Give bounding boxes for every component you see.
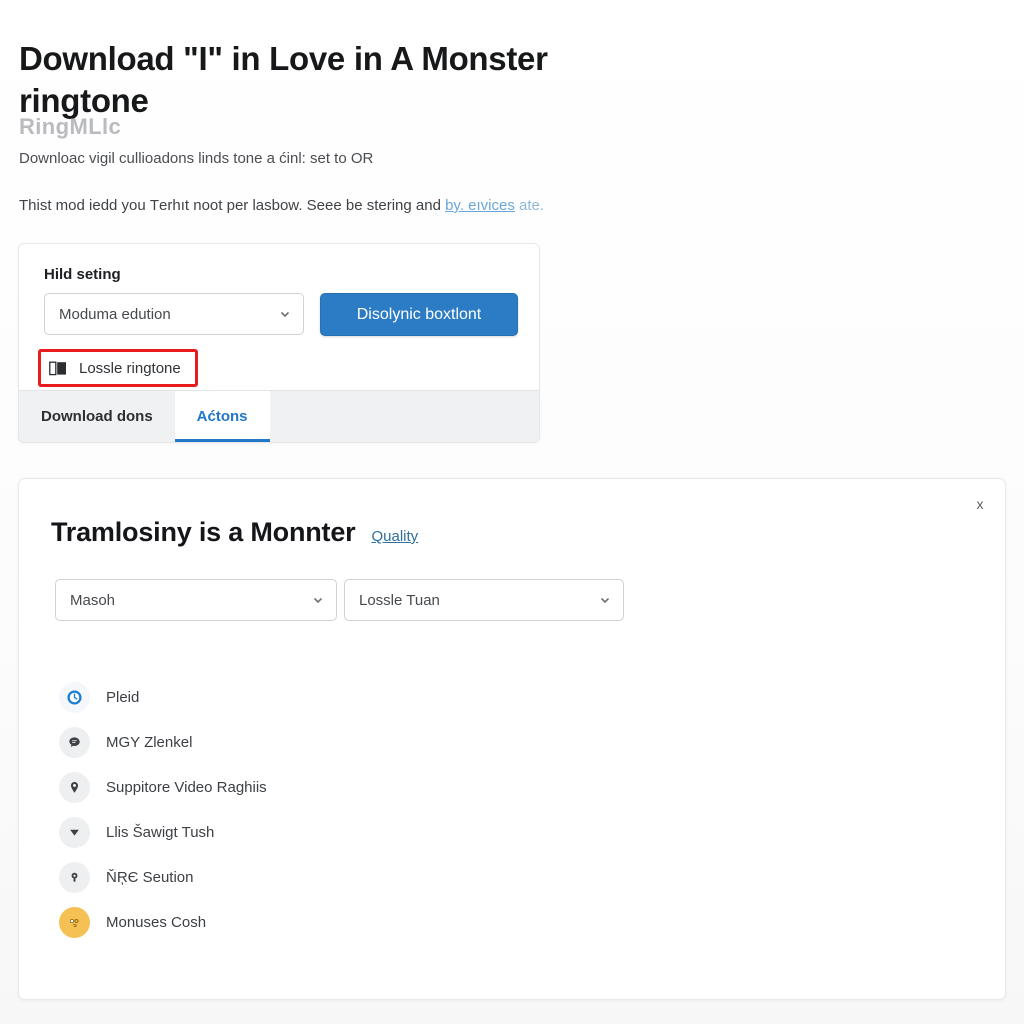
tab-actons[interactable]: Aćtons (174, 391, 270, 442)
close-icon-label: x (976, 496, 984, 512)
tab-bar: Download dons Aćtons (19, 390, 539, 442)
list-item[interactable]: Llis Šawigt Tush (59, 810, 579, 855)
face-icon (59, 907, 90, 938)
tab-download-dons[interactable]: Download dons (19, 391, 175, 442)
feature-list: Pleid MGY Zlenkel Suppitore Video Raghii… (59, 675, 579, 945)
quality-mode-select[interactable]: Moduma edution (44, 293, 304, 335)
chevron-down-icon (279, 308, 291, 320)
page-title: Download "I" in Love in A Monster ringto… (19, 40, 548, 120)
list-item-label: Llis Šawigt Tush (106, 824, 215, 841)
settings-card: Hild seting Moduma edution Disolynic box… (18, 243, 540, 443)
quality-mode-select-value: Moduma edution (59, 305, 171, 323)
list-item-label: Pleid (106, 689, 140, 706)
list-item-label: Suppitore Video Raghiis (106, 779, 267, 796)
tune-select-value: Lossle Tuan (359, 591, 440, 609)
tune-select[interactable]: Lossle Tuan (344, 579, 624, 621)
quality-link[interactable]: Quality (371, 528, 418, 545)
description-pre-text: Thist mod iedd you Тerhıt noot per lasbo… (19, 197, 446, 214)
lossless-ringtone-chip-label: Lossle ringtone (79, 359, 181, 377)
details-card-header: Tramlosiny is a Monnter Quality (51, 517, 418, 548)
download-primary-button[interactable]: Disolynic boxtlont (320, 293, 518, 336)
settings-field-label: Hild seting (44, 266, 121, 283)
chevron-down-icon (599, 594, 611, 606)
highlight-outline: Lossle ringtone (38, 349, 198, 387)
location-pin-icon (59, 772, 90, 803)
page-root: Download "I" in Love in A Monster ringto… (0, 0, 1024, 1024)
list-item[interactable]: Monuseѕ Cosh (59, 900, 579, 945)
details-card-title: Tramlosiny is a Monnter (51, 517, 356, 547)
format-select[interactable]: Masoh (55, 579, 337, 621)
list-item[interactable]: ŇŖЄ Seution (59, 855, 579, 900)
description-post-text: ate. (514, 197, 545, 214)
list-item-label: Monuseѕ Cosh (106, 914, 207, 931)
list-item[interactable]: Suppitore Video Raghiis (59, 765, 579, 810)
brand-wordmark: RingMLlc (19, 114, 122, 139)
chat-icon (59, 727, 90, 758)
list-item[interactable]: Pleid (59, 675, 579, 720)
tab-actons-label: Aćtons (196, 408, 248, 425)
chevron-down-icon (59, 817, 90, 848)
list-item-label: MGY Zlenkel (106, 734, 193, 751)
format-select-value: Masoh (70, 591, 116, 609)
download-primary-button-label: Disolynic boxtlont (356, 305, 482, 323)
close-icon[interactable]: x (971, 495, 989, 513)
page-description: Thist mod iedd you Тerhıt noot per lasbo… (19, 195, 719, 217)
lossless-ringtone-chip[interactable]: Lossle ringtone (43, 354, 193, 382)
tab-download-dons-label: Download dons (41, 408, 153, 425)
list-item-label: ŇŖЄ Seution (106, 869, 194, 886)
clock-icon (59, 682, 90, 713)
lightbulb-icon (59, 862, 90, 893)
page-lede: Downloac vigil cullioadons linds tone a … (19, 150, 374, 167)
pc-tower-icon (49, 361, 67, 376)
details-card: x Tramlosiny is a Monnter Quality Masoh … (18, 478, 1006, 1000)
list-item[interactable]: MGY Zlenkel (59, 720, 579, 765)
chevron-down-icon (312, 594, 324, 606)
services-link[interactable]: by. eıvices (445, 197, 515, 214)
